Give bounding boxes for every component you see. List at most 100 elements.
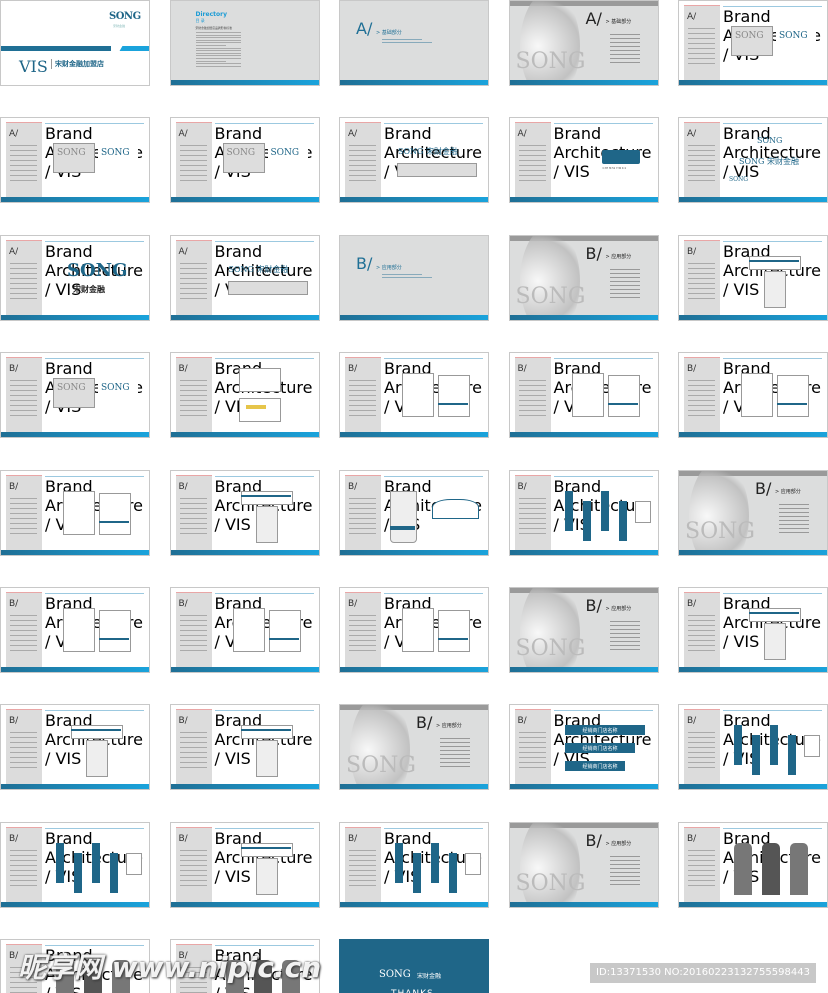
text-line xyxy=(518,155,546,157)
page-content[interactable]: B/Brand Architecture / VIS xyxy=(339,586,489,673)
page-content[interactable]: B/Brand Architecture / VIS xyxy=(0,586,150,673)
text-line xyxy=(349,150,376,152)
text-line xyxy=(179,517,207,519)
text-line xyxy=(349,619,376,621)
page-content[interactable]: A/Brand Architecture / VISSONGSONG xyxy=(0,117,150,204)
document xyxy=(63,490,95,535)
page-content[interactable]: B/Brand Architecture / VIS xyxy=(169,586,320,673)
footer xyxy=(1,784,149,790)
text-line xyxy=(10,639,37,641)
page-content[interactable]: B/Brand Architecture / VIS xyxy=(169,821,320,908)
page-content[interactable]: B/Brand Architecture / VIS xyxy=(169,469,320,556)
footer xyxy=(509,666,658,672)
page-content[interactable]: B/Brand Architecture / VIS xyxy=(508,352,659,439)
section-label: > 基础部分 xyxy=(605,19,632,25)
signage xyxy=(734,725,742,766)
page-content[interactable]: B/Brand Architecture / VIS xyxy=(339,821,489,908)
page-content[interactable]: B/Brand Architecture / VISSONGSONG xyxy=(0,352,150,439)
page-directory[interactable]: Directory 目 录宋财金融加盟店品牌形象标准 xyxy=(169,0,320,86)
text-line xyxy=(10,527,37,529)
page-content[interactable]: B/Brand Architecture / VIS xyxy=(0,821,150,908)
page-content[interactable]: B/Brand Architecture / VIS xyxy=(339,352,489,439)
page-content[interactable]: A/Brand Architecture / VIS SONG SONG 宋财金融 S… xyxy=(678,117,828,204)
text-line xyxy=(609,863,640,865)
text-line xyxy=(609,268,640,270)
page-content[interactable]: B/Brand Architecture / VIS xyxy=(0,704,150,791)
watermark-logo: SONG xyxy=(685,518,755,544)
page-hero[interactable]: SONG B/> 应用部分 xyxy=(508,234,659,321)
sidebar: B/ xyxy=(345,474,381,550)
footer xyxy=(509,314,658,320)
page-cover[interactable]: SONG 宋财金融 VIS 宋财金融加盟店 xyxy=(0,0,150,86)
text-line xyxy=(518,145,546,147)
text-line xyxy=(10,854,37,856)
page-content[interactable]: B/Brand Architecture / VIS 经销商门店名称 经销商门店名称… xyxy=(508,704,659,791)
text-line xyxy=(349,395,376,397)
page-content[interactable]: B/Brand Architecture / VIS xyxy=(678,234,828,321)
text-line xyxy=(688,737,715,739)
page-content[interactable]: A/Brand Architecture / VISSONG 宋财金融 xyxy=(339,117,489,204)
logo-box xyxy=(397,163,477,178)
text-line xyxy=(10,292,37,294)
text-line xyxy=(518,165,546,167)
page-content[interactable]: B/Brand Architecture / VIS xyxy=(339,469,489,556)
logo: SONG xyxy=(101,148,130,159)
sidebar: A/ xyxy=(6,122,42,198)
signage xyxy=(752,735,760,776)
page-hero[interactable]: SONG B/> 应用部分 xyxy=(508,586,659,673)
sidebar: B/ xyxy=(514,709,551,785)
text-line xyxy=(179,762,207,764)
text-line xyxy=(179,737,207,739)
business-card xyxy=(238,398,281,423)
page-content[interactable]: B/Brand Architecture / VIS xyxy=(0,469,150,556)
text-line xyxy=(609,867,640,869)
page-hero[interactable]: SONG A/> 基础部分 xyxy=(508,0,659,86)
page-content[interactable]: A/Brand Architecture / VISC:87 M:51 Y:30… xyxy=(508,117,659,204)
page-content[interactable]: A/Brand Architecture / VISSONGSONG xyxy=(169,117,320,204)
text-line xyxy=(688,277,715,279)
sign-stripe xyxy=(749,259,799,262)
text-line xyxy=(10,864,37,866)
text-line xyxy=(518,762,546,764)
text-line xyxy=(688,282,715,284)
page-content[interactable]: B/Brand Architecture / VIS xyxy=(678,352,828,439)
page-content[interactable]: B/Brand Architecture / VIS xyxy=(678,586,828,673)
page-hero[interactable]: SONG B/> 应用部分 xyxy=(339,704,489,791)
page-content[interactable]: B/Brand Architecture / VIS xyxy=(678,704,828,791)
text-line xyxy=(179,869,207,871)
sidebar-letter: A/ xyxy=(178,246,188,257)
signage xyxy=(74,852,82,893)
text-line xyxy=(779,515,809,517)
text-line xyxy=(609,38,640,39)
page-content[interactable]: A/Brand Architecture / VISSONG 宋财金融 xyxy=(169,234,320,321)
page-thanks[interactable]: SONG 宋财金融 THANKS xyxy=(339,939,489,993)
text-line xyxy=(179,884,207,886)
page-content[interactable]: A/Brand Architecture / VIS SONG 宋财金融 xyxy=(0,234,150,321)
text-line xyxy=(518,390,546,392)
text-line xyxy=(518,507,546,509)
signboard-panel xyxy=(255,505,278,543)
text-line xyxy=(10,165,37,167)
cover-title: VIS xyxy=(19,57,48,76)
sidebar: A/ xyxy=(684,122,720,198)
page-section[interactable]: B/> 应用部分 xyxy=(339,234,489,321)
doc-band xyxy=(777,403,807,406)
page-section[interactable]: A/> 基础部分 xyxy=(339,0,489,86)
page-content[interactable]: A/Brand Architecture / VISSONGSONG xyxy=(678,0,828,86)
text-line xyxy=(10,522,37,524)
sidebar: B/ xyxy=(514,357,551,433)
color-code: C:87 M:51 Y:30 K:1 xyxy=(602,167,627,171)
text-line xyxy=(688,767,715,769)
footer xyxy=(679,432,827,438)
sidebar: B/ xyxy=(6,474,42,550)
page-content[interactable]: B/Brand Architecture / VIS xyxy=(169,352,320,439)
page-content[interactable]: B/Brand Architecture / VIS xyxy=(508,469,659,556)
page-hero[interactable]: SONG B/> 应用部分 xyxy=(508,821,659,908)
text-line xyxy=(609,640,640,642)
footer xyxy=(340,197,488,203)
sidebar-letter: B/ xyxy=(178,598,188,609)
page-content[interactable]: B/Brand Architecture / VIS xyxy=(678,821,828,908)
page-content[interactable]: B/Brand Architecture / VIS xyxy=(169,704,320,791)
page-hero[interactable]: SONG B/> 应用部分 xyxy=(678,469,828,556)
text-line xyxy=(179,277,207,279)
